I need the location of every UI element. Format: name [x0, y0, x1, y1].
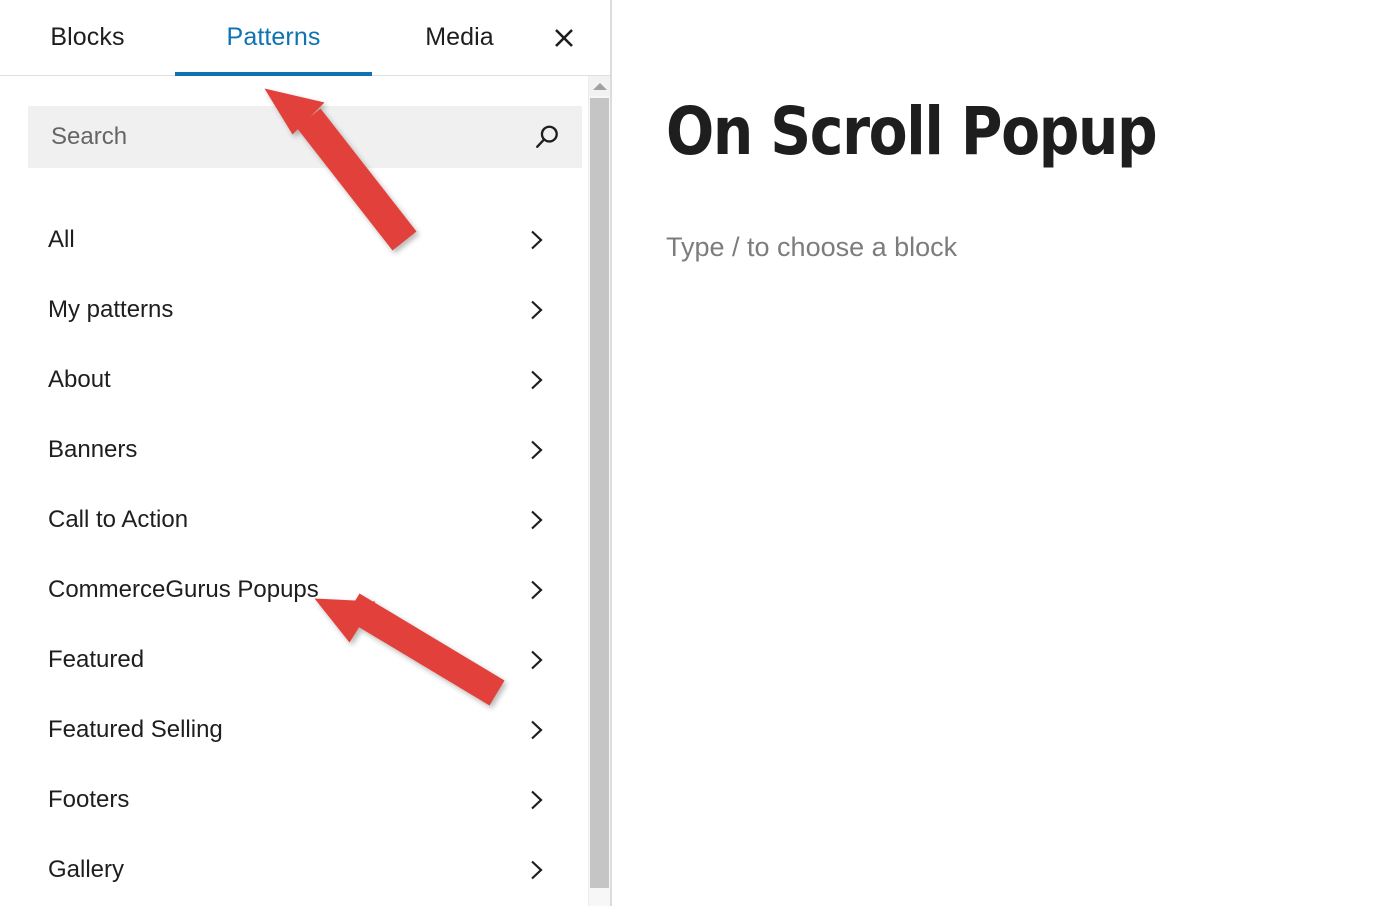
search-section	[0, 76, 610, 168]
inserter-tabbar: Blocks Patterns Media	[0, 0, 610, 77]
chevron-right-icon	[531, 790, 543, 810]
chevron-right-icon	[531, 860, 543, 880]
category-label: Featured Selling	[48, 716, 223, 743]
category-item-featured[interactable]: Featured	[0, 625, 610, 695]
category-label: Gallery	[48, 856, 125, 883]
inserter-panel: Blocks Patterns Media Search All My patt…	[0, 0, 612, 906]
scroll-up-arrow-icon	[592, 82, 607, 90]
scrollbar-up-button[interactable]	[589, 76, 610, 96]
category-item-all[interactable]: All	[0, 205, 610, 275]
pattern-category-list: All My patterns About Banners Call to Ac…	[0, 168, 610, 905]
inserter-panel-body: All My patterns About	[0, 76, 610, 906]
close-icon	[555, 28, 573, 47]
chevron-right-icon	[531, 510, 543, 530]
category-label: Banners	[48, 436, 138, 463]
search-input[interactable]	[29, 107, 581, 167]
chevron-right-icon	[531, 650, 543, 670]
search-field[interactable]	[28, 106, 582, 168]
scrollbar-thumb[interactable]	[590, 98, 609, 888]
tab-blocks[interactable]: Blocks	[0, 0, 175, 76]
category-label: Footers	[48, 786, 130, 813]
category-item-featured-selling[interactable]: Featured Selling	[0, 695, 610, 765]
tab-patterns-label: Patterns	[226, 23, 321, 51]
chevron-right-icon	[531, 440, 543, 460]
category-label: Call to Action	[48, 506, 189, 533]
category-item-my-patterns[interactable]: My patterns	[0, 275, 610, 345]
category-label: About	[48, 366, 111, 393]
category-item-call-to-action[interactable]: Call to Action	[0, 485, 610, 555]
category-item-footers[interactable]: Footers	[0, 765, 610, 835]
post-title[interactable]: On Scroll Popup	[666, 95, 1277, 169]
category-item-gallery[interactable]: Gallery	[0, 835, 610, 905]
tab-blocks-label: Blocks	[50, 23, 125, 51]
category-label: My patterns	[48, 296, 174, 323]
editor-canvas: On Scroll Popup Type / to choose a block	[612, 0, 1376, 906]
category-label: Featured	[48, 646, 145, 673]
tab-patterns[interactable]: Patterns	[175, 0, 372, 77]
empty-block-placeholder[interactable]: Type / to choose a block	[666, 231, 1376, 263]
chevron-right-icon	[531, 580, 543, 600]
panel-scrollbar[interactable]	[588, 76, 610, 906]
block-editor-screen: Blocks Patterns Media Search All My patt…	[0, 0, 1376, 906]
chevron-right-icon	[531, 720, 543, 740]
category-item-banners[interactable]: Banners	[0, 415, 610, 485]
tab-media-label: Media	[425, 23, 494, 51]
category-item-about[interactable]: About	[0, 345, 610, 415]
tab-media[interactable]: Media	[372, 0, 547, 76]
close-inserter-button[interactable]	[540, 14, 588, 62]
chevron-right-icon	[531, 230, 543, 250]
category-item-commercegurus-popups[interactable]: CommerceGurus Popups	[0, 555, 610, 625]
category-label: All	[48, 226, 75, 253]
chevron-right-icon	[531, 370, 543, 390]
chevron-right-icon	[531, 300, 543, 320]
category-label: CommerceGurus Popups	[48, 576, 319, 603]
